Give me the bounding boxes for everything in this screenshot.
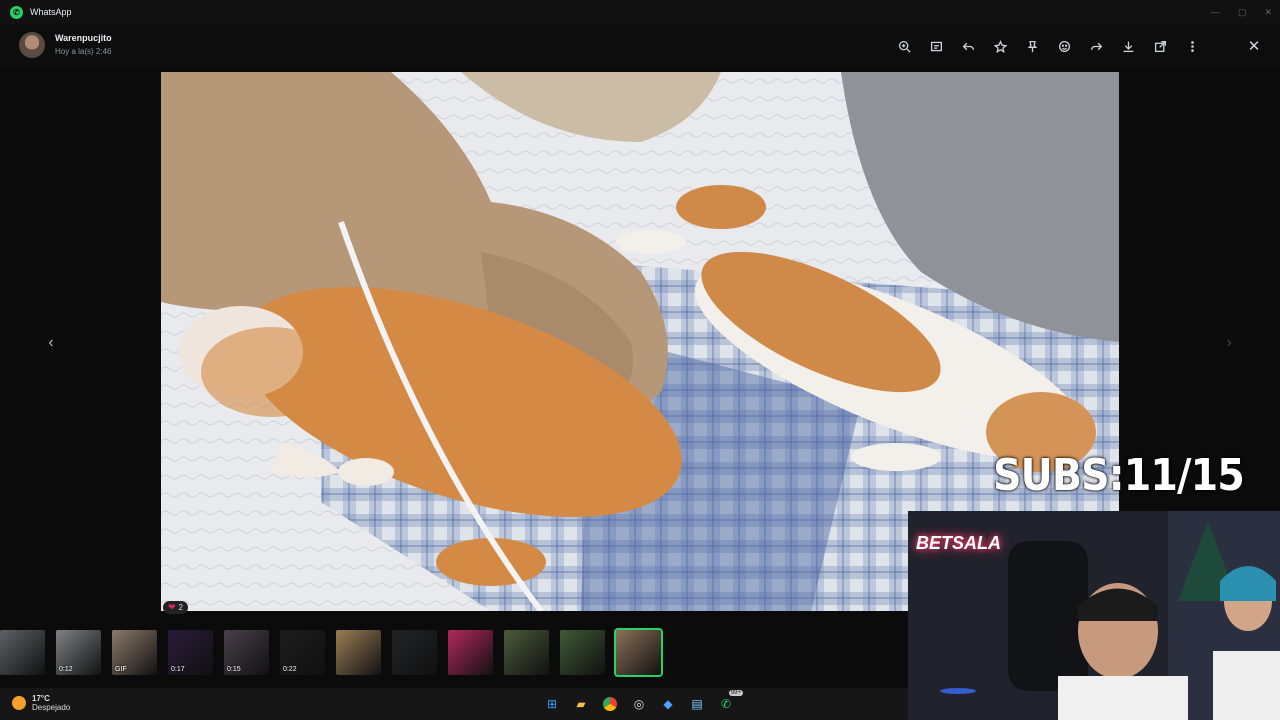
heart-icon: ❤ <box>168 602 176 612</box>
reply-button[interactable] <box>952 35 984 57</box>
previous-media-button[interactable]: ‹ <box>40 332 62 354</box>
star-icon <box>993 39 1007 53</box>
media-thumbnail[interactable] <box>504 630 549 675</box>
message-timestamp: Hoy a la(s) 2:46 <box>55 47 112 56</box>
thumbnail-strip: 0:12 GIF 0:17 0:15 0:22 <box>0 628 910 678</box>
taskbar-whatsapp[interactable]: ✆ 99+ <box>716 690 743 714</box>
zoom-in-button[interactable] <box>888 35 920 57</box>
thumbnail-duration: 0:17 <box>171 666 185 673</box>
more-icon <box>1190 40 1194 52</box>
taskbar-file-explorer[interactable]: ▰ <box>571 694 591 714</box>
app-diamond-icon: ◆ <box>663 697 673 711</box>
taskbar-chrome[interactable] <box>600 694 620 714</box>
media-thumbnail[interactable] <box>336 630 381 675</box>
media-thumbnail[interactable] <box>448 630 493 675</box>
media-thumbnail[interactable]: 0:22 <box>280 630 325 675</box>
media-thumbnail[interactable] <box>0 630 45 675</box>
media-viewer-header: Warenpucjito Hoy a la(s) 2:46 ✕ <box>0 24 1280 68</box>
notification-badge: 99+ <box>728 690 743 696</box>
taskbar-apps: ⊞ ▰ ◎ ◆ ▤ ✆ 99+ <box>542 690 743 714</box>
caption-button[interactable] <box>920 35 952 57</box>
chevron-right-icon: › <box>1226 334 1232 351</box>
taskbar-notepad[interactable]: ▤ <box>687 694 707 714</box>
window-close-icon[interactable]: ✕ <box>1264 7 1272 18</box>
maximize-icon[interactable]: ▢ <box>1238 7 1247 18</box>
more-options-button[interactable] <box>1176 35 1208 57</box>
thumbnail-duration: 0:22 <box>283 666 297 673</box>
avatar[interactable] <box>19 32 45 58</box>
neon-sign: BETSALA <box>916 533 1001 553</box>
start-button[interactable]: ⊞ <box>542 694 562 714</box>
close-viewer-button[interactable]: ✕ <box>1243 35 1265 57</box>
title-bar: ✆ WhatsApp — ▢ ✕ <box>0 0 1280 24</box>
media-thumbnail[interactable] <box>560 630 605 675</box>
media-thumbnail[interactable] <box>392 630 437 675</box>
subs-overlay: SUBS:11/15 <box>993 450 1245 501</box>
contact-name: Warenpucjito <box>55 33 112 43</box>
thumbnail-duration: 0:12 <box>59 666 73 673</box>
caption-icon <box>930 41 942 51</box>
download-icon <box>1123 41 1133 52</box>
media-thumbnail[interactable]: 0:17 <box>168 630 213 675</box>
pin-icon <box>1027 40 1037 52</box>
windows-taskbar: 17°C Despejado ⊞ ▰ ◎ ◆ ▤ ✆ 99+ <box>0 688 910 720</box>
react-emoji-icon <box>1058 40 1070 52</box>
obs-icon: ◎ <box>633 697 645 711</box>
next-media-button[interactable]: › <box>1218 332 1240 354</box>
pin-button[interactable] <box>1016 35 1048 57</box>
reaction-count: 2 <box>178 603 183 612</box>
weather-desc: Despejado <box>32 703 71 712</box>
forward-button[interactable] <box>1080 35 1112 57</box>
open-external-button[interactable] <box>1144 35 1176 57</box>
thumbnail-duration: 0:15 <box>227 666 241 673</box>
chrome-icon <box>603 697 617 711</box>
reply-icon <box>962 42 974 50</box>
download-button[interactable] <box>1112 35 1144 57</box>
weather-temp: 17°C <box>32 694 50 703</box>
webcam-overlay: BETSALA <box>908 511 1280 720</box>
media-thumbnail[interactable]: 0:15 <box>224 630 269 675</box>
forward-icon <box>1090 42 1102 50</box>
thumbnail-duration: GIF <box>115 666 127 673</box>
weather-widget[interactable]: 17°C Despejado <box>12 694 70 712</box>
close-icon: ✕ <box>1247 38 1261 55</box>
viewer-toolbar <box>888 35 1208 57</box>
window-controls: — ▢ ✕ <box>1211 0 1272 24</box>
whatsapp-icon: ✆ <box>720 697 732 711</box>
media-thumbnail[interactable] <box>614 628 663 677</box>
taskbar-obs[interactable]: ◎ <box>629 694 649 714</box>
folder-icon: ▰ <box>576 697 586 711</box>
notepad-icon: ▤ <box>691 697 703 711</box>
minimize-icon[interactable]: — <box>1211 7 1220 17</box>
open-external-icon <box>1154 40 1166 52</box>
sun-icon <box>12 696 26 710</box>
react-button[interactable] <box>1048 35 1080 57</box>
reaction-badge[interactable]: ❤ 2 <box>163 601 188 614</box>
taskbar-app-blue[interactable]: ◆ <box>658 694 678 714</box>
windows-icon: ⊞ <box>546 697 558 711</box>
star-button[interactable] <box>984 35 1016 57</box>
app-title: WhatsApp <box>30 7 72 17</box>
media-thumbnail[interactable]: 0:12 <box>56 630 101 675</box>
chevron-left-icon: ‹ <box>48 334 54 351</box>
zoom-in-icon <box>898 40 911 53</box>
media-thumbnail[interactable]: GIF <box>112 630 157 675</box>
whatsapp-logo-icon: ✆ <box>10 5 23 19</box>
